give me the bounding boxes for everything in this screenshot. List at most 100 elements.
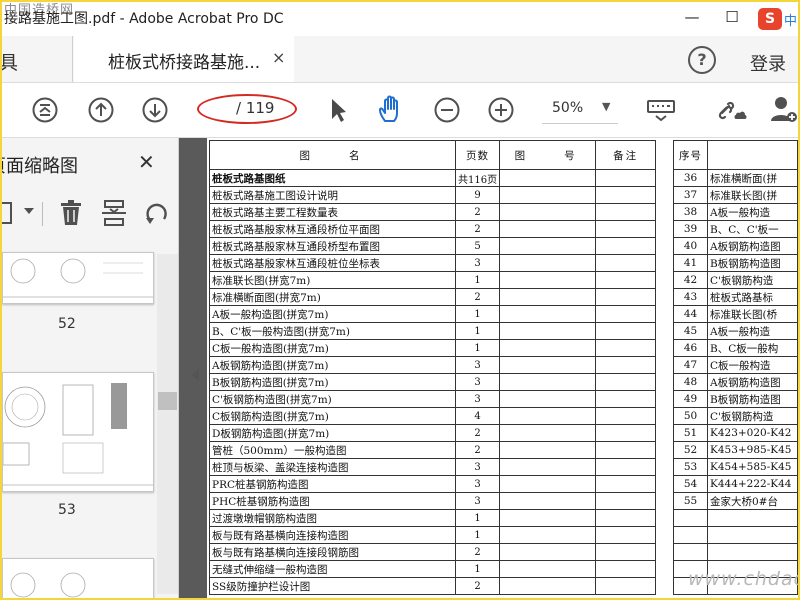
first-page-icon[interactable]	[32, 97, 58, 127]
drawing-number-cell	[499, 237, 597, 255]
zoom-out-icon[interactable]	[434, 97, 460, 127]
drawing-name-cell: 桩板式路基标	[707, 288, 798, 306]
thumbnail-page-52[interactable]	[2, 252, 154, 304]
drawing-number-cell	[499, 254, 597, 272]
drawing-name-cell: 桩板式路基殷家林互通段桥位平面图	[209, 220, 456, 238]
drawing-name-cell: 标准横断面图(拼宽7m)	[209, 288, 456, 306]
drawing-number-cell	[499, 220, 597, 238]
drawing-name-cell: 桩顶与板梁、盖梁连接构造图	[209, 458, 456, 476]
serial-number-cell: 42	[673, 271, 708, 289]
thumbnail-page-53[interactable]	[2, 372, 154, 492]
table-row: 45 A板一般构造	[673, 322, 798, 340]
page-count-cell: 2	[454, 577, 501, 595]
drawing-name-cell: K444+222-K44	[707, 475, 798, 493]
remarks-cell	[595, 322, 657, 340]
collapse-panel-arrow-icon[interactable]	[191, 369, 199, 381]
table-row: 桩板式路基施工图设计说明 9	[209, 186, 657, 204]
chevron-down-icon: ▼	[602, 100, 611, 113]
table-row: 53 K454+585-K45	[673, 458, 798, 476]
page-count-cell: 2	[454, 203, 501, 221]
drawing-name-cell	[707, 526, 798, 544]
delete-page-icon[interactable]	[60, 200, 82, 230]
serial-number-cell: 40	[673, 237, 708, 255]
share-link-icon[interactable]	[716, 95, 748, 129]
drawing-name-cell: 过渡墩墩帽钢筋构造图	[209, 509, 456, 527]
drawing-name-cell: 桩板式路基主要工程数量表	[209, 203, 456, 221]
add-user-icon[interactable]	[770, 95, 798, 129]
drawing-number-cell	[499, 560, 597, 578]
serial-number-cell: 55	[673, 492, 708, 510]
thumbnail-tools	[2, 196, 178, 236]
previous-page-icon[interactable]	[88, 97, 114, 127]
window-title: 接路基施工图.pdf - Adobe Acrobat Pro DC	[4, 11, 284, 27]
page-count-cell: 2	[454, 441, 501, 459]
page-count-cell: 2	[454, 220, 501, 238]
page-count-cell: 3	[454, 390, 501, 408]
document-viewer[interactable]: 图 名 页数 图 号 备注 桩板式路基图纸 共116页 桩板式路基施工图设计说明 9 桩…	[179, 138, 798, 598]
table-row	[673, 509, 798, 527]
zoom-in-icon[interactable]	[488, 97, 514, 127]
table-row: 44 标准联长图(桥	[673, 305, 798, 323]
table-row: 48 A板钢筋构造图	[673, 373, 798, 391]
drawing-name-cell: D板钢筋构造图(拼宽7m)	[209, 424, 456, 442]
remarks-cell	[595, 407, 657, 425]
remarks-cell	[595, 526, 657, 544]
drawing-number-cell	[499, 203, 597, 221]
scrollbar-thumb[interactable]	[158, 392, 177, 410]
page-count-cell: 2	[454, 288, 501, 306]
thumbnails-panel: 页面缩略图 ✕ 52	[2, 138, 179, 598]
drawing-name-cell: 标准横断面(拼	[707, 169, 798, 187]
tab-tools[interactable]: 工具	[2, 48, 18, 75]
thumbnails-scrollbar[interactable]	[157, 254, 178, 594]
drawing-name-cell: PHC桩基钢筋构造图	[209, 492, 456, 510]
tab-document[interactable]: 桩板式桥接路基施... ×	[74, 36, 294, 82]
table-row: B板钢筋构造图(拼宽7m) 3	[209, 373, 657, 391]
table-row: B、C'板一般构造图(拼宽7m) 1	[209, 322, 657, 340]
help-icon[interactable]: ?	[688, 46, 716, 74]
minimize-button[interactable]: —	[678, 8, 706, 28]
drawing-name-cell: C板一般构造	[707, 356, 798, 374]
drawing-number-cell	[499, 577, 597, 595]
drawing-name-cell: C板钢筋构造图(拼宽7m)	[209, 407, 456, 425]
hand-tool-icon[interactable]	[376, 95, 406, 129]
serial-number-cell: 53	[673, 458, 708, 476]
sogou-ime-icon[interactable]: S	[758, 8, 782, 30]
thumbnail-page-next[interactable]	[2, 558, 154, 598]
close-tab-icon[interactable]: ×	[272, 48, 285, 67]
table-row: 38 A板一般构造	[673, 203, 798, 221]
drawing-number-cell	[499, 441, 597, 459]
login-button[interactable]: 登录	[750, 50, 786, 76]
table-row: 标准联长图(拼宽7m) 1	[209, 271, 657, 289]
header-drawing-number: 图 号	[499, 140, 597, 170]
serial-number-cell: 51	[673, 424, 708, 442]
next-page-icon[interactable]	[142, 97, 168, 127]
drawing-name-cell: B、C板一般构	[707, 339, 798, 357]
tab-separator	[72, 36, 73, 82]
zoom-level-dropdown[interactable]: 50% ▼	[542, 95, 618, 124]
table-row: 43 桩板式路基标	[673, 288, 798, 306]
rotate-page-icon[interactable]	[144, 200, 170, 230]
page-count-cell: 1	[454, 271, 501, 289]
drawing-name-cell: K453+985-K45	[707, 441, 798, 459]
serial-number-cell: 45	[673, 322, 708, 340]
page-count-cell: 共116页	[454, 169, 501, 187]
extract-pages-icon[interactable]	[102, 200, 126, 230]
table-row: SS级防撞护栏设计图 2	[209, 577, 657, 595]
drawing-name-cell: PRC桩基钢筋构造图	[209, 475, 456, 493]
chevron-down-icon[interactable]	[24, 208, 34, 214]
close-panel-icon[interactable]: ✕	[138, 150, 155, 174]
select-cursor-icon[interactable]	[328, 97, 348, 127]
maximize-button[interactable]: ☐	[718, 8, 746, 28]
drawing-number-cell	[499, 373, 597, 391]
drawing-name-cell: 板与既有路基横向连接段钢筋图	[209, 543, 456, 561]
drawing-name-cell: C'板钢筋构造图(拼宽7m)	[209, 390, 456, 408]
page-number-input[interactable]: / 119	[197, 94, 298, 124]
remarks-cell	[595, 220, 657, 238]
remarks-cell	[595, 186, 657, 204]
keyboard-icon[interactable]	[646, 99, 676, 127]
thumbnails-panel-title: 页面缩略图	[2, 156, 78, 177]
serial-number-cell: 49	[673, 390, 708, 408]
page-options-icon[interactable]	[2, 202, 12, 224]
ime-chinese-mode-label[interactable]: 中	[784, 10, 797, 29]
drawing-number-cell	[499, 288, 597, 306]
